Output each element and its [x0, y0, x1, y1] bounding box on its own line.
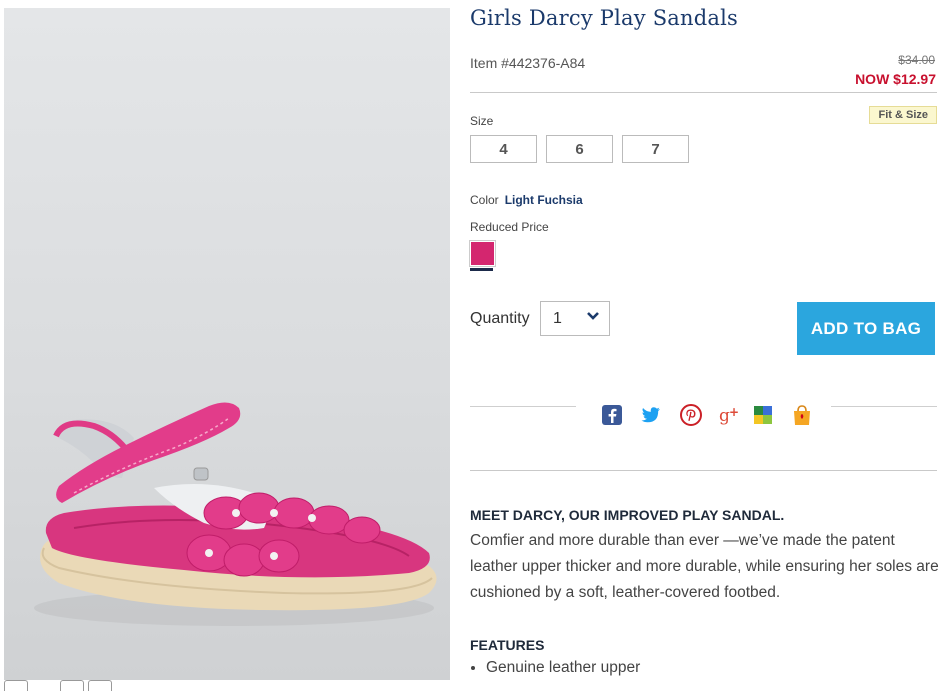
add-to-bag-button[interactable]: ADD TO BAG — [797, 302, 935, 355]
features-heading: FEATURES — [470, 637, 545, 653]
size-option-7[interactable]: 7 — [622, 135, 689, 163]
chevron-down-icon — [587, 312, 599, 320]
size-option-4[interactable]: 4 — [470, 135, 537, 163]
product-image[interactable] — [4, 8, 450, 680]
quantity-value: 1 — [553, 309, 562, 327]
color-row: Color Light Fuchsia — [470, 193, 583, 207]
size-option-6[interactable]: 6 — [546, 135, 613, 163]
fit-size-link[interactable]: Fit & Size — [869, 106, 937, 124]
selected-swatch-indicator — [470, 268, 493, 271]
twitter-icon[interactable] — [640, 404, 662, 426]
google-plus-icon[interactable]: g + — [719, 404, 741, 426]
facebook-icon[interactable] — [601, 404, 623, 426]
image-thumbnail-strip — [4, 680, 124, 691]
original-price: $34.00 — [898, 53, 935, 67]
price-group-label: Reduced Price — [470, 220, 549, 234]
description-body: Comfier and more durable than ever —we’v… — [470, 532, 939, 601]
quantity-select[interactable]: 1 — [540, 301, 610, 336]
size-label: Size — [470, 114, 494, 128]
list-item: Genuine leather upper — [486, 659, 640, 677]
color-swatch-light-fuchsia[interactable] — [470, 241, 495, 266]
divider — [470, 406, 576, 407]
description-heading: MEET DARCY, OUR IMPROVED PLAY SANDAL. — [470, 507, 785, 523]
colorful-grid-icon[interactable] — [752, 404, 774, 426]
product-title: Girls Darcy Play Sandals — [470, 6, 738, 30]
shopping-bag-icon[interactable] — [791, 404, 813, 426]
svg-text:+: + — [729, 405, 739, 419]
sandal-illustration — [34, 402, 437, 626]
item-number: Item #442376-A84 — [470, 55, 586, 71]
color-value: Light Fuchsia — [504, 193, 583, 207]
color-label: Color — [470, 193, 499, 207]
divider — [470, 92, 937, 93]
pinterest-icon[interactable] — [680, 404, 702, 426]
divider — [470, 470, 937, 471]
divider — [831, 406, 937, 407]
quantity-label: Quantity — [470, 310, 530, 327]
sale-price: NOW $12.97 — [855, 71, 936, 87]
features-list: Genuine leather upper — [470, 659, 640, 677]
